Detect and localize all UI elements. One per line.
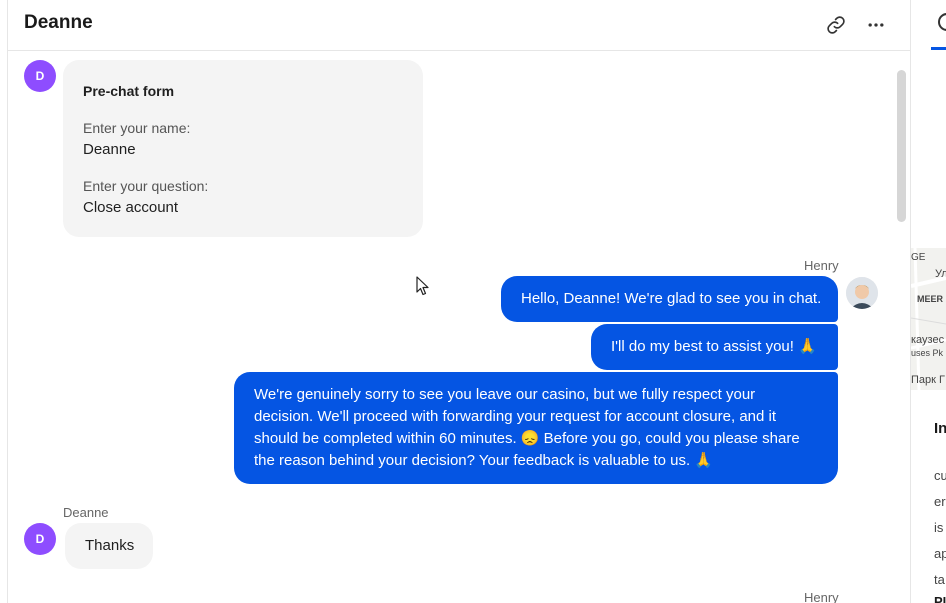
info-line-6: PI [934, 594, 946, 603]
name-answer: Deanne [83, 141, 136, 158]
location-map[interactable]: GE Ул MEER каузес uses Pk Парк Г [911, 248, 946, 390]
map-label-6: Парк Г [911, 374, 945, 386]
agent-message-1-text: Hello, Deanne! We're glad to see you in … [521, 290, 822, 307]
question-question: Enter your question: [83, 178, 209, 194]
info-line-3: is [934, 520, 944, 535]
agent-sender-name-2: Henry [804, 590, 839, 603]
info-tab-icon[interactable] [935, 12, 946, 32]
agent-message-3-line-4: the reason behind your decision? Your fe… [254, 452, 713, 469]
map-label-3: MEER [917, 294, 944, 304]
question-answer: Close account [83, 199, 179, 216]
info-line-5: ta [934, 572, 945, 587]
agent-photo-icon [846, 277, 878, 309]
name-question: Enter your name: [83, 120, 191, 136]
agent-message-3-line-2: decision. We'll proceed with forwarding … [254, 408, 777, 425]
info-heading: In [934, 420, 946, 437]
info-line-1: cu [934, 468, 946, 483]
chat-title: Deanne [24, 12, 93, 33]
map-label-5: uses Pk [911, 348, 944, 358]
agent-avatar [846, 277, 878, 309]
copy-link-button[interactable] [823, 12, 849, 38]
agent-sender-name: Henry [804, 258, 839, 273]
mouse-cursor-icon [416, 276, 429, 296]
user-avatar-2: D [24, 523, 56, 555]
agent-message-1: Hello, Deanne! We're glad to see you in … [501, 276, 838, 322]
chat-header: Deanne [8, 0, 910, 51]
agent-message-2-text: I'll do my best to assist you! 🙏 [611, 338, 817, 355]
info-line-2: er [934, 494, 946, 509]
scrollbar-thumb[interactable] [897, 70, 906, 222]
map-label-1: GE [911, 252, 926, 263]
chat-panel: Deanne D Pre-chat form Enter your name: … [8, 0, 910, 603]
user-message-text: Thanks [85, 537, 135, 554]
more-horizontal-icon [868, 23, 884, 27]
map-label-2: Ул [935, 268, 946, 280]
agent-message-2: I'll do my best to assist you! 🙏 [591, 324, 838, 370]
info-line-4: ap [934, 546, 946, 561]
right-panel: GE Ул MEER каузес uses Pk Парк Г In cu e… [911, 0, 946, 603]
user-message: Thanks [65, 523, 153, 569]
map-label-4: каузес [911, 334, 945, 346]
link-icon [827, 16, 845, 34]
chat-scrollbar[interactable] [897, 70, 906, 603]
user-sender-name: Deanne [63, 505, 109, 520]
app: Deanne D Pre-chat form Enter your name: … [0, 0, 946, 603]
active-tab-indicator [931, 47, 946, 50]
more-options-button[interactable] [863, 12, 889, 38]
prechat-form-title: Pre-chat form [83, 83, 175, 99]
agent-message-3: We're genuinely sorry to see you leave o… [234, 372, 838, 484]
agent-message-3-line-3: should be completed within 60 minutes. 😞… [254, 430, 800, 447]
user-avatar: D [24, 60, 56, 92]
agent-message-3-line-1: We're genuinely sorry to see you leave o… [254, 386, 756, 403]
prechat-form-bubble: Pre-chat form Enter your name: Deanne En… [63, 60, 423, 237]
